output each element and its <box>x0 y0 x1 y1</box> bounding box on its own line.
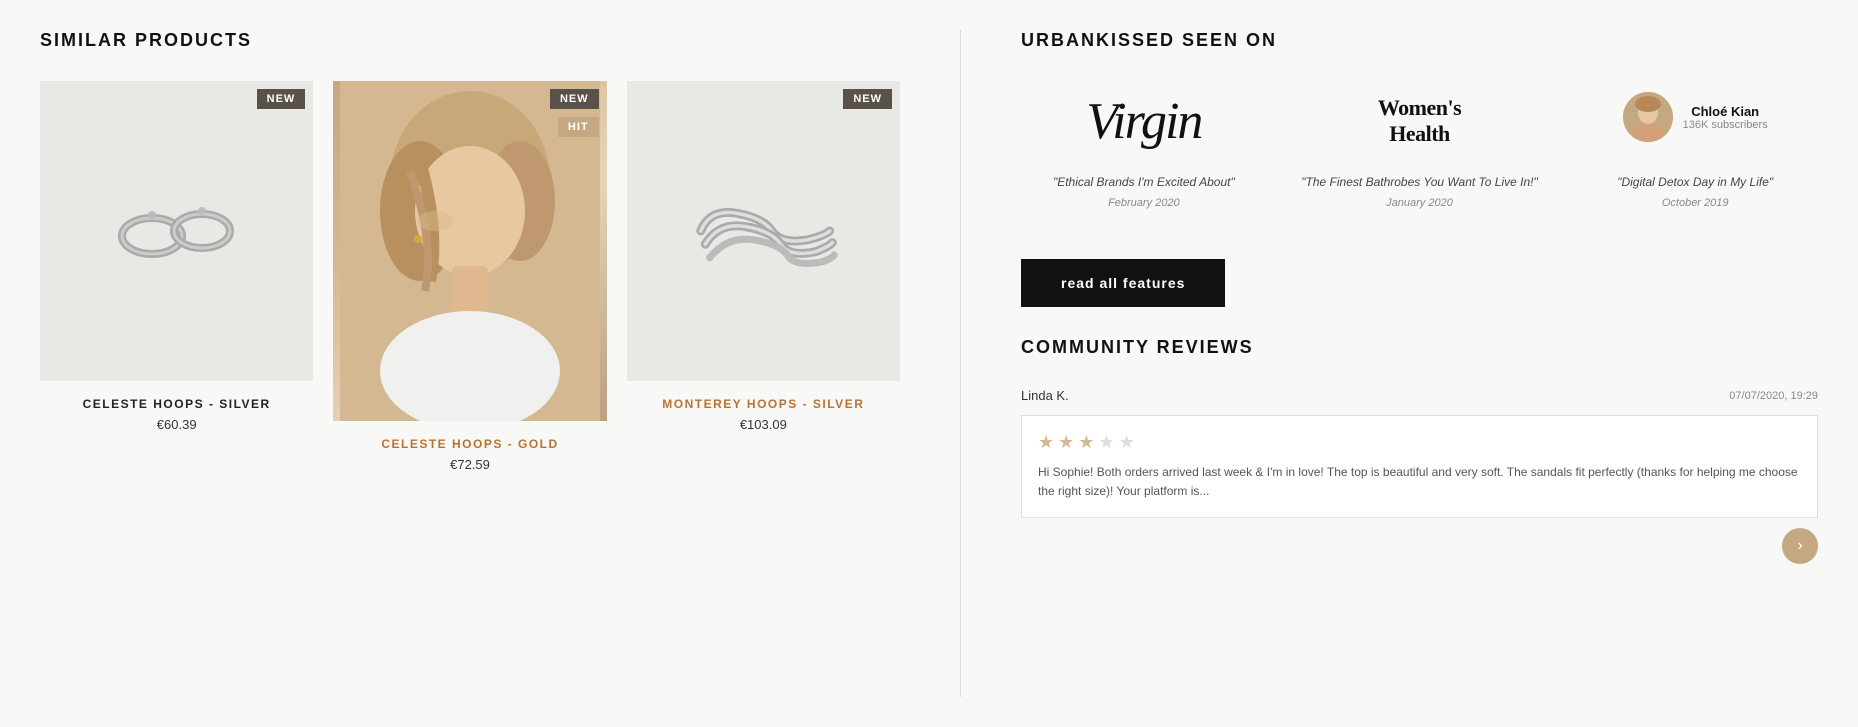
review-box: ★ ★ ★ ★ ★ Hi Sophie! Both orders arrived… <box>1021 415 1818 518</box>
logo-block-virgin: Virgin "Ethical Brands I'm Excited About… <box>1021 81 1267 209</box>
community-reviews-section: COMMUNITY REVIEWS Linda K. 07/07/2020, 1… <box>1021 337 1818 518</box>
monterey-hoops-svg <box>683 181 843 281</box>
community-reviews-title: COMMUNITY REVIEWS <box>1021 337 1818 358</box>
star-3: ★ <box>1078 432 1094 453</box>
star-rating: ★ ★ ★ ★ ★ <box>1038 432 1801 453</box>
womens-health-quote: "The Finest Bathrobes You Want To Live I… <box>1301 173 1537 191</box>
reviewer-name: Linda K. <box>1021 388 1069 403</box>
product-name-monterey-silver: MONTEREY HOOPS - SILVER <box>662 397 864 411</box>
left-section: SIMILAR PRODUCTS NEW <box>40 30 900 697</box>
star-4: ★ <box>1098 432 1114 453</box>
influencer-name: Chloé Kian <box>1683 104 1768 119</box>
product-image-monterey-silver: NEW <box>627 81 900 381</box>
review-date: 07/07/2020, 19:29 <box>1729 390 1818 402</box>
badge-new-2: NEW <box>550 89 599 109</box>
badge-new-1: NEW <box>257 89 306 109</box>
read-all-features-button[interactable]: read all features <box>1021 259 1225 307</box>
virgin-logo-image: Virgin <box>1086 81 1201 161</box>
silver-hoops-svg <box>107 181 247 281</box>
seen-on-logos: Virgin "Ethical Brands I'm Excited About… <box>1021 81 1818 209</box>
badge-hit: HIT <box>558 117 599 137</box>
product-name-celeste-silver: CELESTE HOOPS - SILVER <box>83 397 271 411</box>
womens-health-logo-text: Women'sHealth <box>1378 95 1461 148</box>
scroll-next-button[interactable]: › <box>1782 528 1818 564</box>
page-container: SIMILAR PRODUCTS NEW <box>0 0 1858 727</box>
influencer-header: Chloé Kian 136K subscribers <box>1623 92 1768 142</box>
avatar-svg <box>1623 92 1673 142</box>
section-divider <box>960 30 961 697</box>
right-section: URBANKISSED SEEN ON Virgin "Ethical Bran… <box>1021 30 1818 697</box>
chloe-date: October 2019 <box>1662 197 1729 209</box>
influencer-info: Chloé Kian 136K subscribers <box>1683 104 1768 131</box>
product-name-celeste-gold: CELESTE HOOPS - GOLD <box>381 437 558 451</box>
virgin-logo-text: Virgin <box>1086 92 1201 151</box>
avatar <box>1623 92 1673 142</box>
star-1: ★ <box>1038 432 1054 453</box>
womens-health-date: January 2020 <box>1386 197 1453 209</box>
product-card-celeste-silver[interactable]: NEW CELESTE HOOPS - SILVER <box>40 81 313 472</box>
product-price-monterey-silver: €103.09 <box>740 417 787 432</box>
star-2: ★ <box>1058 432 1074 453</box>
womens-health-logo-image: Women'sHealth <box>1378 81 1461 161</box>
influencer-subscribers: 136K subscribers <box>1683 119 1768 131</box>
star-5: ★ <box>1119 432 1135 453</box>
badge-new-3: NEW <box>843 89 892 109</box>
product-price-celeste-gold: €72.59 <box>450 457 490 472</box>
seen-on-title: URBANKISSED SEEN ON <box>1021 30 1818 51</box>
review-text: Hi Sophie! Both orders arrived last week… <box>1038 463 1801 501</box>
product-image-celeste-silver: NEW <box>40 81 313 381</box>
product-card-celeste-gold[interactable]: NEW HIT <box>333 81 606 472</box>
product-card-monterey-silver[interactable]: NEW MONTEREY HOOPS - SILVER €103.09 <box>627 81 900 472</box>
product-price-celeste-silver: €60.39 <box>157 417 197 432</box>
logo-block-womens-health: Women'sHealth "The Finest Bathrobes You … <box>1297 81 1543 209</box>
product-image-celeste-gold: NEW HIT <box>333 81 606 421</box>
virgin-quote: "Ethical Brands I'm Excited About" <box>1053 173 1235 191</box>
virgin-date: February 2020 <box>1108 197 1180 209</box>
products-grid: NEW CELESTE HOOPS - SILVER <box>40 81 900 472</box>
similar-products-title: SIMILAR PRODUCTS <box>40 30 900 51</box>
logo-block-chloe: Chloé Kian 136K subscribers "Digital Det… <box>1572 81 1818 209</box>
review-header: Linda K. 07/07/2020, 19:29 <box>1021 388 1818 403</box>
chloe-logo-image: Chloé Kian 136K subscribers <box>1623 81 1768 161</box>
chloe-quote: "Digital Detox Day in My Life" <box>1617 173 1773 191</box>
